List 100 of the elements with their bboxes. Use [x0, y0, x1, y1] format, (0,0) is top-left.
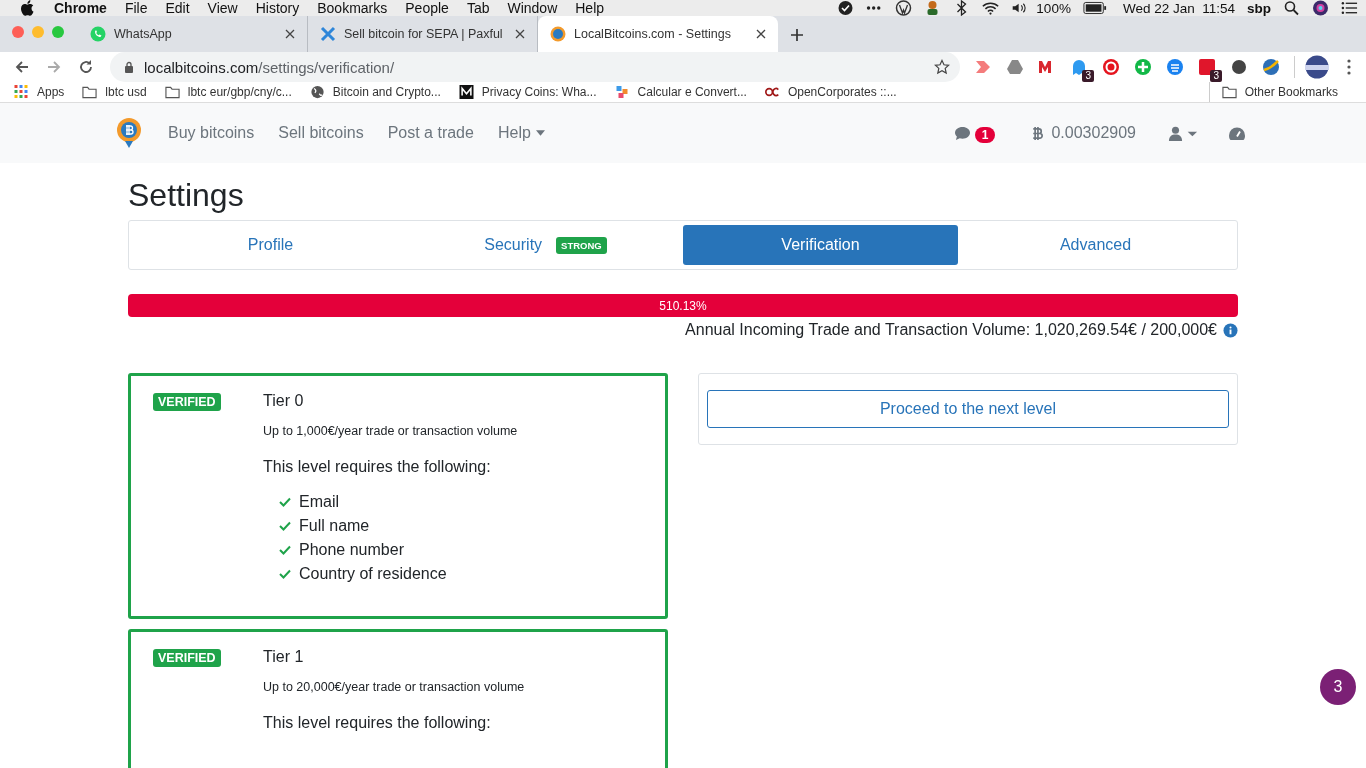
nav-link[interactable]: Buy bitcoins [168, 124, 255, 142]
tab-label: Advanced [1059, 236, 1132, 254]
caret-icon [535, 130, 545, 136]
check-icon [279, 545, 291, 555]
folder-icon [1221, 85, 1237, 99]
star-icon[interactable] [934, 59, 950, 75]
m-logo-icon [458, 85, 474, 99]
close-icon[interactable] [756, 29, 766, 39]
tier-name: Tier 0 [263, 392, 305, 410]
strength-badge: STRONG [556, 236, 607, 254]
info-icon[interactable] [1223, 322, 1238, 338]
menu-item[interactable]: Edit [165, 0, 190, 16]
app-menu[interactable]: Chrome [54, 0, 107, 16]
search-icon[interactable] [1283, 0, 1300, 16]
close-icon[interactable] [285, 29, 295, 39]
nav-link[interactable]: Post a trade [387, 124, 474, 142]
tier-limit: Up to 1,000€/year trade or transaction volume [263, 424, 518, 438]
menu-item[interactable]: Bookmarks [317, 0, 388, 16]
browser-tab[interactable]: LocalBitcoins.com - Settings [538, 16, 778, 52]
settings-tab[interactable]: Profile [133, 225, 408, 265]
wifi-icon[interactable] [982, 0, 1000, 16]
wallet-balance[interactable]: 0.00302909 [1051, 124, 1136, 142]
nav-link[interactable]: Help [497, 124, 545, 142]
menu-item[interactable]: Help [575, 0, 605, 16]
phone-bubble-icon [90, 26, 106, 42]
apps-grid-icon [14, 85, 29, 99]
battery-percent: 100% [1036, 0, 1071, 16]
user-name[interactable]: sbp [1247, 0, 1271, 16]
status-icon[interactable] [837, 0, 855, 16]
menu-item[interactable]: Tab [466, 0, 490, 16]
volume-caption: Annual Incoming Trade and Transaction Volume: 1,020,269.54€ / 200,000€ [685, 321, 1217, 339]
progress-percent: 510.13% [659, 298, 707, 313]
requirement-item: Country of residence [299, 565, 447, 583]
verified-badge: VERIFIED [153, 649, 221, 667]
nav-link[interactable]: Sell bitcoins [278, 124, 364, 142]
bookmark[interactable]: lbtc eur/gbp/cny/c... [164, 85, 292, 99]
lock-icon [124, 61, 134, 73]
extension-icon[interactable] [1230, 58, 1248, 76]
folder-icon [82, 85, 98, 99]
extension-badge: 3 [1210, 70, 1222, 82]
bookmark[interactable]: lbtc usd [82, 85, 147, 99]
check-icon [279, 521, 291, 531]
bitcoin-icon [1031, 125, 1044, 141]
menu-item[interactable]: File [124, 0, 148, 16]
tier-name: Tier 1 [263, 648, 305, 666]
bookmark[interactable]: Calcular e Convert... [614, 85, 747, 99]
dashboard-icon[interactable] [1228, 125, 1246, 141]
close-icon[interactable] [515, 29, 525, 39]
oc-logo-icon [764, 85, 780, 99]
settings-tab[interactable]: Advanced [958, 225, 1233, 265]
tab-label: Profile [247, 236, 294, 254]
tab-title: WhatsApp [114, 27, 173, 41]
settings-tab[interactable]: Security STRONG [408, 225, 683, 265]
tier-limit: Up to 20,000€/year trade or transaction volume [263, 680, 525, 694]
folder-icon [164, 85, 180, 99]
extension-icon[interactable] [1070, 58, 1088, 76]
back-icon[interactable] [14, 59, 30, 75]
settings-tab[interactable]: Verification [683, 225, 958, 265]
new-tab-icon[interactable] [790, 28, 804, 42]
chat-icon[interactable] [953, 125, 971, 141]
list-icon[interactable] [1341, 0, 1358, 16]
extension-icon[interactable] [1198, 58, 1216, 76]
requirement-item: Full name [299, 517, 370, 535]
menu-item[interactable]: View [207, 0, 238, 16]
verified-badge: VERIFIED [153, 393, 221, 411]
tab-label: Verification [781, 236, 860, 254]
address-field[interactable]: localbitcoins.com/settings/verification/ [110, 52, 960, 82]
requirement-item: Email [299, 493, 339, 511]
bookmark[interactable]: Privacy Coins: Wha... [458, 85, 597, 99]
tab-title: LocalBitcoins.com - Settings [574, 27, 732, 41]
check-icon [279, 569, 291, 579]
check-icon [279, 497, 291, 507]
requirements-heading: This level requires the following: [263, 458, 492, 476]
siri-icon[interactable] [1312, 0, 1329, 16]
wordpress-icon[interactable] [895, 0, 913, 16]
reload-icon[interactable] [78, 59, 94, 75]
page-title: Settings [128, 177, 245, 214]
battery-icon[interactable] [1082, 0, 1107, 16]
proceed-button[interactable]: Proceed to the next level [707, 390, 1229, 428]
message-count-badge: 1 [974, 127, 996, 143]
menu-item[interactable]: Window [507, 0, 558, 16]
avatar-icon[interactable] [1305, 55, 1329, 79]
globe-icon [309, 85, 325, 99]
bookmark[interactable]: OpenCorporates ::... [764, 85, 897, 99]
other-bookmarks-folder[interactable]: Other Bookmarks [1221, 85, 1338, 99]
more-menu-icon[interactable] [1347, 59, 1351, 75]
bookmark[interactable]: Bitcoin and Crypto... [309, 85, 441, 99]
clock[interactable]: Wed 22 Jan 11:54 [1122, 0, 1235, 16]
apple-icon[interactable] [20, 0, 34, 16]
x-logo-icon [320, 26, 336, 42]
chat-badge[interactable]: 3 [1320, 669, 1356, 705]
tab-title: Sell bitcoin for SEPA | Paxful [344, 27, 504, 41]
bookmark[interactable]: Apps [14, 85, 65, 99]
squares-icon [614, 85, 630, 99]
menu-item[interactable]: History [255, 0, 300, 16]
tab-label: Security [484, 236, 543, 254]
requirement-item: Phone number [299, 541, 404, 559]
menu-item[interactable]: People [405, 0, 449, 16]
user-menu-icon[interactable] [1168, 125, 1198, 141]
extension-badge: 3 [1082, 70, 1094, 82]
